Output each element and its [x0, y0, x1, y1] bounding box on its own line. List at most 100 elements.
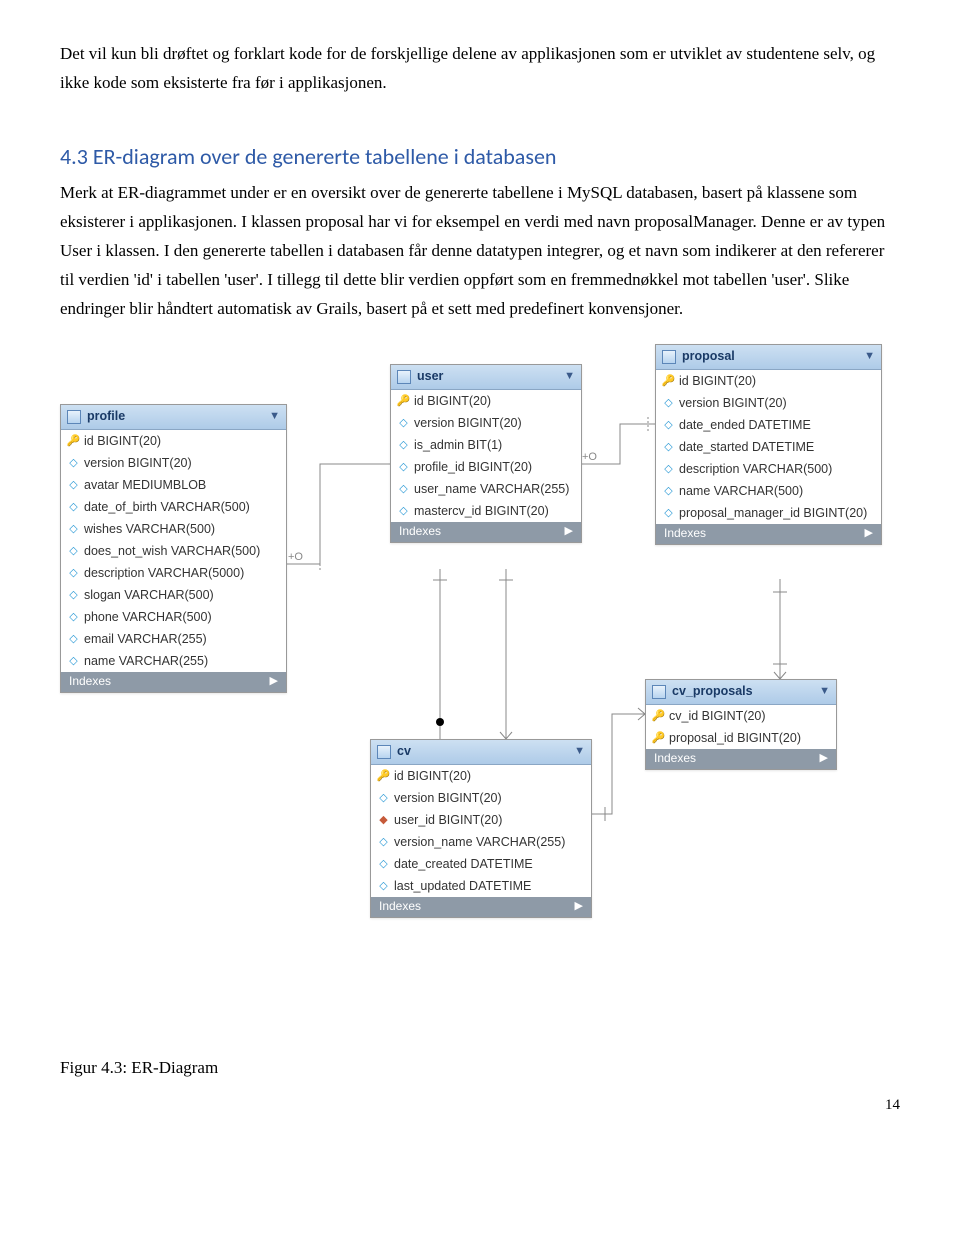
column-icon: ◇ [67, 454, 80, 472]
column-label: date_ended DATETIME [679, 416, 811, 434]
column-label: version_name VARCHAR(255) [394, 833, 565, 851]
column-row: 🔑id BIGINT(20) [61, 430, 286, 452]
table-cv-header: cv ▼ [371, 740, 591, 765]
arrow-right-icon: ▶ [565, 522, 573, 541]
key-icon: 🔑 [67, 432, 80, 450]
column-row: ◇avatar MEDIUMBLOB [61, 474, 286, 496]
column-row: ◇profile_id BIGINT(20) [391, 456, 581, 478]
table-proposal-columns: 🔑id BIGINT(20)◇version BIGINT(20)◇date_e… [656, 370, 881, 524]
column-icon: ◇ [662, 394, 675, 412]
column-label: avatar MEDIUMBLOB [84, 476, 206, 494]
chevron-down-icon: ▼ [574, 742, 585, 761]
column-row: ◇date_started DATETIME [656, 436, 881, 458]
arrow-right-icon: ▶ [865, 524, 873, 543]
table-user: user ▼ 🔑id BIGINT(20)◇version BIGINT(20)… [390, 364, 582, 543]
er-diagram: +O +O profile ▼ 🔑id BIGINT(20)◇version B… [60, 344, 900, 1024]
column-icon: ◇ [662, 416, 675, 434]
column-icon: ◇ [67, 630, 80, 648]
column-icon: ◇ [377, 833, 390, 851]
table-icon [377, 745, 391, 759]
column-label: wishes VARCHAR(500) [84, 520, 215, 538]
column-row: ◇wishes VARCHAR(500) [61, 518, 286, 540]
column-row: ◇proposal_manager_id BIGINT(20) [656, 502, 881, 524]
table-cv-proposals-title: cv_proposals [672, 681, 753, 702]
column-icon: ◇ [377, 789, 390, 807]
table-user-indexes: Indexes ▶ [391, 522, 581, 542]
column-row: ◆user_id BIGINT(20) [371, 809, 591, 831]
key-icon: 🔑 [652, 707, 665, 725]
column-row: ◇date_of_birth VARCHAR(500) [61, 496, 286, 518]
table-cv: cv ▼ 🔑id BIGINT(20)◇version BIGINT(20)◆u… [370, 739, 592, 918]
column-icon: ◇ [377, 855, 390, 873]
column-label: version BIGINT(20) [414, 414, 522, 432]
column-label: id BIGINT(20) [414, 392, 491, 410]
column-row: ◇does_not_wish VARCHAR(500) [61, 540, 286, 562]
column-label: id BIGINT(20) [679, 372, 756, 390]
column-label: email VARCHAR(255) [84, 630, 207, 648]
column-icon: ◇ [377, 877, 390, 895]
column-row: ◇email VARCHAR(255) [61, 628, 286, 650]
chevron-down-icon: ▼ [819, 682, 830, 701]
column-icon: ◇ [662, 438, 675, 456]
column-icon: ◆ [377, 811, 390, 829]
table-cv-proposals: cv_proposals ▼ 🔑cv_id BIGINT(20)🔑proposa… [645, 679, 837, 770]
column-icon: ◇ [397, 458, 410, 476]
column-row: 🔑proposal_id BIGINT(20) [646, 727, 836, 749]
key-icon: 🔑 [397, 392, 410, 410]
column-row: ◇version BIGINT(20) [391, 412, 581, 434]
table-profile-header: profile ▼ [61, 405, 286, 430]
column-row: ◇description VARCHAR(500) [656, 458, 881, 480]
table-cv-title: cv [397, 741, 411, 762]
indexes-label: Indexes [654, 748, 696, 768]
column-row: 🔑id BIGINT(20) [391, 390, 581, 412]
column-icon: ◇ [397, 480, 410, 498]
column-label: proposal_id BIGINT(20) [669, 729, 801, 747]
column-label: slogan VARCHAR(500) [84, 586, 214, 604]
column-row: ◇name VARCHAR(255) [61, 650, 286, 672]
column-icon: ◇ [67, 498, 80, 516]
table-cv-proposals-header: cv_proposals ▼ [646, 680, 836, 705]
column-row: ◇last_updated DATETIME [371, 875, 591, 897]
column-icon: ◇ [397, 502, 410, 520]
table-proposal-header: proposal ▼ [656, 345, 881, 370]
column-label: name VARCHAR(500) [679, 482, 803, 500]
column-row: ◇mastercv_id BIGINT(20) [391, 500, 581, 522]
column-label: date_created DATETIME [394, 855, 533, 873]
column-row: ◇date_created DATETIME [371, 853, 591, 875]
column-icon: ◇ [67, 476, 80, 494]
column-row: 🔑id BIGINT(20) [371, 765, 591, 787]
column-label: user_id BIGINT(20) [394, 811, 502, 829]
column-icon: ◇ [397, 414, 410, 432]
column-icon: ◇ [67, 564, 80, 582]
indexes-label: Indexes [379, 896, 421, 916]
indexes-label: Indexes [69, 671, 111, 691]
table-user-columns: 🔑id BIGINT(20)◇version BIGINT(20)◇is_adm… [391, 390, 581, 522]
column-icon: ◇ [67, 586, 80, 604]
column-label: description VARCHAR(5000) [84, 564, 244, 582]
column-row: ◇date_ended DATETIME [656, 414, 881, 436]
column-label: id BIGINT(20) [84, 432, 161, 450]
column-icon: ◇ [662, 460, 675, 478]
table-proposal: proposal ▼ 🔑id BIGINT(20)◇version BIGINT… [655, 344, 882, 545]
key-icon: 🔑 [662, 372, 675, 390]
column-row: ◇phone VARCHAR(500) [61, 606, 286, 628]
column-label: profile_id BIGINT(20) [414, 458, 532, 476]
column-label: id BIGINT(20) [394, 767, 471, 785]
section-heading: 4.3 ER-diagram over de genererte tabelle… [60, 138, 900, 175]
arrow-right-icon: ▶ [270, 672, 278, 691]
table-profile-columns: 🔑id BIGINT(20)◇version BIGINT(20)◇avatar… [61, 430, 286, 672]
indexes-label: Indexes [664, 523, 706, 543]
key-icon: 🔑 [377, 767, 390, 785]
key-icon: 🔑 [652, 729, 665, 747]
column-icon: ◇ [67, 520, 80, 538]
page-number: 14 [60, 1093, 900, 1119]
table-icon [652, 685, 666, 699]
column-label: proposal_manager_id BIGINT(20) [679, 504, 867, 522]
table-proposal-title: proposal [682, 346, 735, 367]
table-profile-indexes: Indexes ▶ [61, 672, 286, 692]
section-body: Merk at ER-diagrammet under er en oversi… [60, 179, 900, 323]
chevron-down-icon: ▼ [269, 407, 280, 426]
table-proposal-indexes: Indexes ▶ [656, 524, 881, 544]
table-profile: profile ▼ 🔑id BIGINT(20)◇version BIGINT(… [60, 404, 287, 693]
column-label: is_admin BIT(1) [414, 436, 502, 454]
